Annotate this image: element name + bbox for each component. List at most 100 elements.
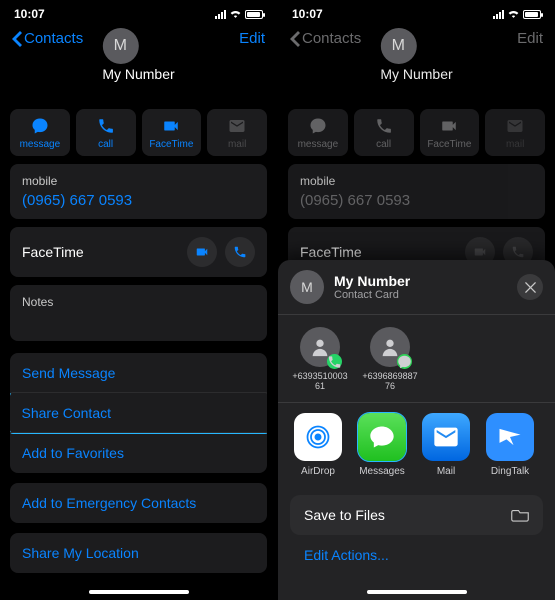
close-icon xyxy=(525,282,536,293)
status-icons xyxy=(493,8,541,21)
phone-value: (0965) 667 0593 xyxy=(300,192,533,209)
phone-icon xyxy=(233,245,247,259)
share-apps-row: AirDrop Messages Mail DingTalk xyxy=(278,407,555,487)
video-icon xyxy=(473,245,487,259)
app-airdrop[interactable]: AirDrop xyxy=(292,413,344,477)
back-button[interactable]: Contacts xyxy=(12,30,83,47)
phone-right: 10:07 Contacts M My Number Edit message … xyxy=(277,0,555,600)
signal-icon xyxy=(493,9,504,19)
app-messages[interactable]: Messages xyxy=(356,413,408,477)
facetime-audio-button[interactable] xyxy=(225,237,255,267)
action-call: call xyxy=(354,109,414,156)
wifi-icon xyxy=(507,8,520,21)
share-people-row: +6393510003 61 +6396869887 76 xyxy=(278,319,555,402)
mail-icon xyxy=(506,117,524,135)
messages-badge-icon xyxy=(397,354,412,369)
video-icon xyxy=(195,245,209,259)
notes-card[interactable]: Notes xyxy=(10,285,267,341)
phone-card[interactable]: mobile (0965) 667 0593 xyxy=(10,164,267,219)
video-icon xyxy=(440,117,458,135)
person-number: +6396869887 76 xyxy=(362,372,418,392)
action-message[interactable]: message xyxy=(10,109,70,156)
status-bar: 10:07 xyxy=(0,0,277,24)
phone-value: (0965) 667 0593 xyxy=(22,192,255,209)
share-sheet-header: M My Number Contact Card xyxy=(278,260,555,314)
status-time: 10:07 xyxy=(292,7,323,21)
battery-icon xyxy=(523,10,541,19)
contact-header: M My Number xyxy=(380,28,452,82)
airdrop-icon xyxy=(304,423,332,451)
divider xyxy=(278,314,555,315)
nav-bar: Contacts M My Number Edit xyxy=(0,24,277,53)
avatar: M xyxy=(290,270,324,304)
avatar: M xyxy=(380,28,416,64)
back-button: Contacts xyxy=(290,30,361,47)
video-icon xyxy=(162,117,180,135)
add-favorites-item[interactable]: Add to Favorites xyxy=(10,432,267,473)
back-label: Contacts xyxy=(24,30,83,47)
notes-label: Notes xyxy=(22,295,255,309)
whatsapp-badge-icon xyxy=(327,354,342,369)
add-emergency-item[interactable]: Add to Emergency Contacts xyxy=(10,483,267,523)
person-avatar xyxy=(300,327,340,367)
action-row: message call FaceTime mail xyxy=(278,109,555,156)
action-facetime: FaceTime xyxy=(420,109,480,156)
status-icons xyxy=(215,8,263,21)
contact-header: M My Number xyxy=(102,28,174,82)
share-sheet: M My Number Contact Card +6393510003 61 xyxy=(278,260,555,600)
share-contact-item[interactable]: Share Contact xyxy=(10,392,267,434)
app-mail[interactable]: Mail xyxy=(420,413,472,477)
phone-icon xyxy=(375,117,393,135)
dingtalk-icon xyxy=(496,423,524,451)
facetime-card: FaceTime xyxy=(10,227,267,277)
wifi-icon xyxy=(229,8,242,21)
action-call[interactable]: call xyxy=(76,109,136,156)
home-indicator[interactable] xyxy=(89,590,189,594)
person-number: +6393510003 61 xyxy=(292,372,348,392)
action-mail: mail xyxy=(207,109,267,156)
contact-name: My Number xyxy=(102,66,174,82)
actions-list: Send Message Share Contact Add to Favori… xyxy=(10,353,267,473)
signal-icon xyxy=(215,9,226,19)
share-subtitle: Contact Card xyxy=(334,289,410,301)
phone-icon xyxy=(511,245,525,259)
chevron-left-icon xyxy=(12,31,22,47)
phone-label: mobile xyxy=(300,174,533,188)
action-message: message xyxy=(288,109,348,156)
close-button[interactable] xyxy=(517,274,543,300)
avatar: M xyxy=(102,28,138,64)
share-person[interactable]: +6396869887 76 xyxy=(362,327,418,392)
mail-icon xyxy=(228,117,246,135)
save-files-label: Save to Files xyxy=(304,507,385,523)
edit-button: Edit xyxy=(517,30,543,47)
action-facetime[interactable]: FaceTime xyxy=(142,109,202,156)
save-to-files-item[interactable]: Save to Files xyxy=(290,495,543,535)
share-title: My Number xyxy=(334,273,410,289)
share-location-item[interactable]: Share My Location xyxy=(10,533,267,573)
person-avatar xyxy=(370,327,410,367)
phone-label: mobile xyxy=(22,174,255,188)
message-icon xyxy=(31,117,49,135)
app-dingtalk[interactable]: DingTalk xyxy=(484,413,536,477)
mail-icon xyxy=(432,423,460,451)
home-indicator[interactable] xyxy=(367,590,467,594)
messages-icon xyxy=(368,423,396,451)
facetime-label: FaceTime xyxy=(300,244,362,260)
battery-icon xyxy=(245,10,263,19)
phone-card: mobile (0965) 667 0593 xyxy=(288,164,545,219)
contact-name: My Number xyxy=(380,66,452,82)
edit-button[interactable]: Edit xyxy=(239,30,265,47)
action-row: message call FaceTime mail xyxy=(0,109,277,156)
share-person[interactable]: +6393510003 61 xyxy=(292,327,348,392)
message-icon xyxy=(309,117,327,135)
phone-left: 10:07 Contacts M My Number Edit message … xyxy=(0,0,277,600)
nav-bar: Contacts M My Number Edit xyxy=(278,24,555,53)
chevron-left-icon xyxy=(290,31,300,47)
send-message-item[interactable]: Send Message xyxy=(10,353,267,393)
edit-actions-item[interactable]: Edit Actions... xyxy=(278,535,555,563)
folder-icon xyxy=(511,508,529,522)
status-time: 10:07 xyxy=(14,7,45,21)
facetime-video-button[interactable] xyxy=(187,237,217,267)
back-label: Contacts xyxy=(302,30,361,47)
divider xyxy=(278,402,555,403)
